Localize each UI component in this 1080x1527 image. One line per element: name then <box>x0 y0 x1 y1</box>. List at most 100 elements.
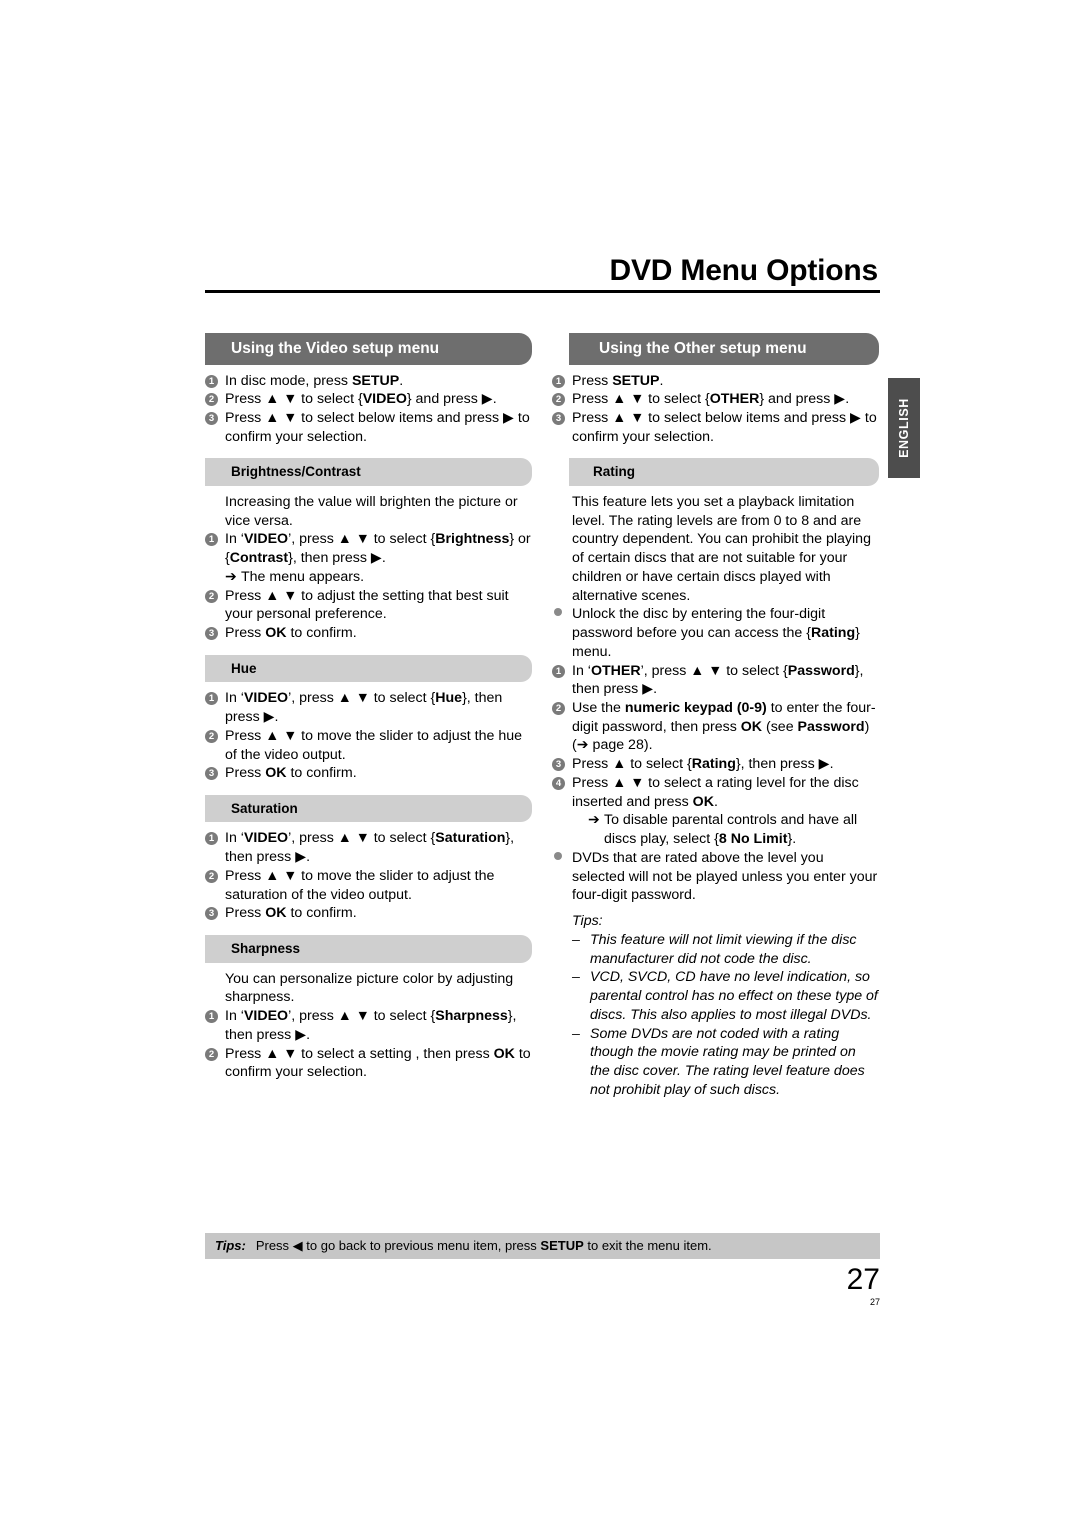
subsection-lead-text: Increasing the value will brighten the p… <box>225 493 518 529</box>
content-columns: Using the Video setup menu 1 In disc mode… <box>205 333 880 1099</box>
step-marker: 2 <box>205 390 225 409</box>
step-number-badge: 2 <box>552 393 565 407</box>
step-number-badge: 1 <box>205 374 218 388</box>
subsection-body: You can personalize picture color by adj… <box>205 970 532 1082</box>
step-marker: 2 <box>205 587 225 606</box>
step-marker: 3 <box>552 755 572 774</box>
instruction-step: 2 Press ▲ ▼ to move the slider to adjust … <box>205 867 532 904</box>
step-number-badge: 3 <box>205 767 218 781</box>
tip-text: This feature will not limit viewing if t… <box>590 931 857 967</box>
step-marker: 1 <box>205 372 225 391</box>
instruction-step: 1 Press SETUP. <box>552 372 879 391</box>
step-marker: 3 <box>205 409 225 428</box>
footer-tips-text: Press ◀ to go back to previous menu item… <box>255 1238 712 1253</box>
dash-marker: – <box>572 969 580 986</box>
step-text: Press SETUP. <box>572 372 664 389</box>
step-number-badge: 2 <box>205 729 218 743</box>
subsection-header: Sharpness <box>205 935 532 963</box>
step-text: Press ▲ ▼ to select a rating level for t… <box>572 774 859 810</box>
other-intro-steps: 1 Press SETUP. 2 Press ▲ ▼ to select {OTHER… <box>552 372 879 447</box>
subsection-header: Rating <box>569 458 879 486</box>
step-text: DVDs that are rated above the level you … <box>572 849 878 904</box>
step-marker: 2 <box>205 867 225 886</box>
video-subsections: Brightness/Contrast Increasing the value … <box>205 458 532 1082</box>
subsection-body: This feature lets you set a playback lim… <box>552 493 879 1100</box>
step-marker: 1 <box>205 530 225 549</box>
step-number-badge: 1 <box>205 1010 218 1024</box>
step-marker: 2 <box>205 1045 225 1064</box>
instruction-step: 2 Press ▲ ▼ to select a setting , then pr… <box>205 1045 532 1082</box>
page-number: 27 <box>846 1263 880 1296</box>
step-marker: 3 <box>552 409 572 428</box>
page-title: DVD Menu Options <box>609 254 879 287</box>
step-marker: 2 <box>205 727 225 746</box>
step-number-badge: 2 <box>205 589 218 603</box>
step-number-badge: 3 <box>552 758 565 772</box>
subsection-body: 1 In ‘VIDEO’, press ▲ ▼ to select {Hue}, … <box>205 689 532 783</box>
step-number-badge: 2 <box>205 1047 218 1061</box>
tips-label: Tips: <box>572 913 603 930</box>
instruction-step: 2 Press ▲ ▼ to select {OTHER} and press ▶… <box>552 390 879 409</box>
step-text: Press ▲ ▼ to move the slider to adjust t… <box>225 867 495 903</box>
instruction-step: ➔ To disable parental controls and have a… <box>552 811 879 848</box>
step-text: Press ▲ to select {Rating}, then press ▶… <box>572 756 834 773</box>
bullet-dot-icon <box>554 608 562 617</box>
dash-marker: – <box>572 1025 580 1042</box>
instruction-step: Unlock the disc by entering the four-dig… <box>552 605 879 661</box>
tip-item: – Some DVDs are not coded with a rating t… <box>552 1025 879 1100</box>
step-marker: 3 <box>205 904 225 923</box>
step-text: Press ▲ ▼ to select {VIDEO} and press ▶. <box>225 391 497 408</box>
step-text: In ‘OTHER’, press ▲ ▼ to select {Passwor… <box>572 662 864 698</box>
tip-text: VCD, SVCD, CD have no level indication, … <box>590 969 878 1023</box>
step-text: Unlock the disc by entering the four-dig… <box>572 606 860 660</box>
instruction-step: 3 Press ▲ ▼ to select below items and pre… <box>205 409 532 446</box>
step-marker: 2 <box>552 699 572 718</box>
video-setup-column: Using the Video setup menu 1 In disc mode… <box>205 333 532 1099</box>
step-text: Press OK to confirm. <box>225 625 357 642</box>
subsection-body: 1 In ‘VIDEO’, press ▲ ▼ to select {Satura… <box>205 829 532 923</box>
instruction-step: DVDs that are rated above the level you … <box>552 849 879 905</box>
tip-item: – This feature will not limit viewing if … <box>552 931 879 968</box>
subsection-body: Increasing the value will brighten the p… <box>205 493 532 643</box>
step-marker: 1 <box>205 1007 225 1026</box>
step-marker: 4 <box>552 774 572 793</box>
step-text: Press ▲ ▼ to adjust the setting that bes… <box>225 587 509 623</box>
step-number-badge: 1 <box>205 533 218 547</box>
instruction-step: 1 In ‘OTHER’, press ▲ ▼ to select {Passwo… <box>552 662 879 699</box>
step-text: Press ▲ ▼ to move the slider to adjust t… <box>225 727 523 763</box>
step-text: Press OK to confirm. <box>225 765 357 782</box>
section-header-other: Using the Other setup menu <box>569 333 879 365</box>
page-number-small: 27 <box>869 1297 880 1307</box>
step-text: Press ▲ ▼ to select below items and pres… <box>572 409 877 445</box>
bullet-dot-icon <box>554 851 562 860</box>
step-marker <box>552 849 572 868</box>
step-number-badge: 1 <box>205 692 218 706</box>
step-number-badge: 1 <box>552 374 565 388</box>
step-text: In ‘VIDEO’, press ▲ ▼ to select {Saturat… <box>225 830 515 866</box>
step-text: In ‘VIDEO’, press ▲ ▼ to select {Hue}, t… <box>225 690 503 726</box>
title-rule <box>205 289 880 293</box>
language-tab-label: ENGLISH <box>897 398 912 458</box>
step-marker: 1 <box>552 372 572 391</box>
other-subsections: Rating This feature lets you set a playba… <box>552 458 879 1099</box>
instruction-step: 2 Press ▲ ▼ to select {VIDEO} and press ▶… <box>205 390 532 409</box>
step-text: In disc mode, press SETUP. <box>225 372 404 389</box>
video-intro-steps: 1 In disc mode, press SETUP. 2 Press ▲ ▼ to… <box>205 372 532 447</box>
step-number-badge: 2 <box>552 702 565 716</box>
instruction-step: 1 In ‘VIDEO’, press ▲ ▼ to select {Bright… <box>205 530 532 567</box>
instruction-step: 3 Press OK to confirm. <box>205 904 532 923</box>
step-text: In ‘VIDEO’, press ▲ ▼ to select {Brightn… <box>225 531 531 567</box>
instruction-step: 2 Press ▲ ▼ to move the slider to adjust … <box>205 727 532 764</box>
instruction-step: 3 Press OK to confirm. <box>205 764 532 783</box>
dash-marker: – <box>572 931 580 948</box>
instruction-step: 1 In ‘VIDEO’, press ▲ ▼ to select {Sharpn… <box>205 1007 532 1044</box>
section-header-video: Using the Video setup menu <box>205 333 532 365</box>
instruction-step: 3 Press ▲ ▼ to select below items and pre… <box>552 409 879 446</box>
instruction-step: 4 Press ▲ ▼ to select a rating level for … <box>552 774 879 811</box>
step-text: To disable parental controls and have al… <box>604 812 858 848</box>
step-marker: 1 <box>205 829 225 848</box>
step-number-badge: 2 <box>205 869 218 883</box>
manual-page: DVD Menu Options Using the Video setup m… <box>0 0 1080 1527</box>
step-text: Press ▲ ▼ to select below items and pres… <box>225 409 530 445</box>
language-tab: ENGLISH <box>888 378 920 478</box>
